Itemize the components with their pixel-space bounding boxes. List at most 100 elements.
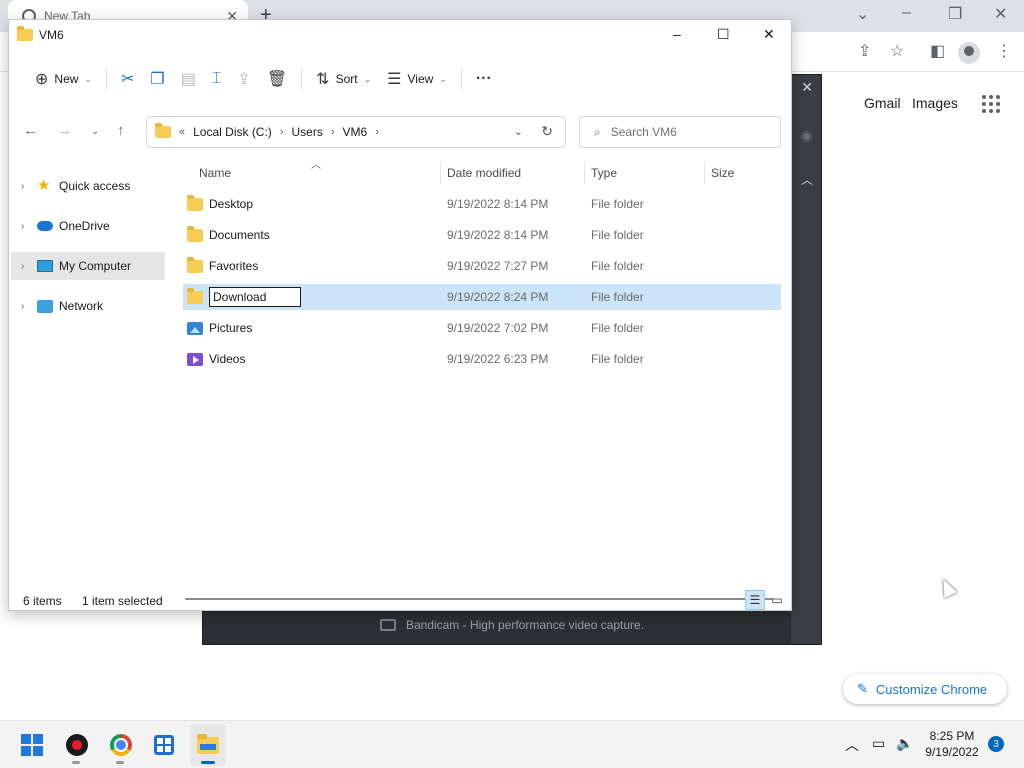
tab-search-chevron-icon[interactable]: ⌄ bbox=[856, 4, 869, 24]
address-dropdown-icon[interactable]: ⌄ bbox=[514, 125, 523, 138]
breadcrumb-chevron-icon[interactable]: › bbox=[331, 126, 335, 138]
back-arrow-icon[interactable]: ← bbox=[23, 122, 38, 139]
expand-chevron-icon[interactable]: › bbox=[21, 301, 31, 312]
volume-icon[interactable]: 🔈 bbox=[896, 735, 913, 752]
up-arrow-icon[interactable]: ↑ bbox=[117, 122, 125, 139]
windows-logo-icon bbox=[21, 734, 43, 756]
breadcrumb-users[interactable]: Users bbox=[291, 125, 322, 139]
file-explorer-icon bbox=[197, 733, 219, 754]
trash-icon: 🗑 bbox=[266, 71, 288, 88]
plus-circle-icon: ⊕ bbox=[35, 71, 49, 88]
status-bar: 6 items 1 item selected ☰ ▭ bbox=[9, 590, 791, 612]
search-box[interactable]: ⌕ Search VM6 bbox=[579, 116, 781, 148]
rename-input[interactable] bbox=[209, 287, 301, 307]
nav-item-my-computer[interactable]: › My Computer bbox=[11, 252, 165, 280]
more-icon: ··· bbox=[475, 70, 492, 87]
column-header-size[interactable]: Size bbox=[711, 158, 781, 188]
gmail-link[interactable]: Gmail bbox=[864, 95, 901, 111]
file-row[interactable]: Pictures 9/19/2022 7:02 PM File folder bbox=[183, 315, 781, 341]
taskbar-store[interactable] bbox=[151, 732, 177, 758]
close-icon[interactable]: ✕ bbox=[994, 4, 1007, 24]
taskbar-file-explorer[interactable] bbox=[195, 732, 221, 758]
file-row[interactable]: Videos 9/19/2022 6:23 PM File folder bbox=[183, 346, 781, 372]
address-bar[interactable]: « Local Disk (C:) › Users › VM6 › ⌄ ↻ bbox=[146, 116, 566, 148]
clock-date: 9/19/2022 bbox=[925, 745, 979, 759]
view-button[interactable]: ☰ View ⌄ bbox=[379, 64, 455, 94]
camera-icon[interactable]: ◉ bbox=[801, 127, 813, 144]
expand-chevron-icon[interactable]: › bbox=[21, 261, 31, 272]
running-indicator bbox=[72, 761, 80, 764]
breadcrumb-chevron-icon[interactable]: › bbox=[375, 126, 379, 138]
column-header-date[interactable]: Date modified bbox=[447, 158, 583, 188]
bandicam-status-text: Bandicam - High performance video captur… bbox=[405, 618, 645, 632]
images-link[interactable]: Images bbox=[912, 95, 958, 111]
bookmark-star-icon[interactable]: ☆ bbox=[890, 41, 904, 61]
folder-icon bbox=[17, 26, 33, 41]
file-row-selected[interactable]: 9/19/2022 8:24 PM File folder bbox=[183, 284, 781, 310]
paste-button[interactable]: ▤ bbox=[173, 64, 204, 94]
refresh-icon[interactable]: ↻ bbox=[541, 123, 553, 140]
start-button[interactable] bbox=[19, 732, 45, 758]
customize-chrome-button[interactable]: ✎ Customize Chrome bbox=[843, 674, 1007, 704]
side-panel-icon[interactable]: ◧ bbox=[930, 41, 945, 61]
folder-icon bbox=[187, 256, 203, 273]
column-header-name[interactable]: Name bbox=[199, 158, 439, 188]
bandicam-close-icon[interactable]: ✕ bbox=[801, 79, 813, 96]
expand-chevron-icon[interactable]: › bbox=[21, 181, 31, 192]
taskbar-chrome[interactable] bbox=[108, 732, 134, 758]
sort-button[interactable]: ⇅ Sort ⌄ bbox=[308, 64, 379, 94]
rename-button[interactable]: ⌶ bbox=[204, 64, 230, 94]
nav-item-network[interactable]: › Network bbox=[11, 292, 165, 320]
profile-avatar[interactable] bbox=[958, 42, 980, 64]
copy-button[interactable]: ❐ bbox=[142, 64, 172, 94]
active-indicator bbox=[201, 761, 215, 764]
scissors-icon: ✂ bbox=[120, 71, 135, 88]
file-row[interactable]: Favorites 9/19/2022 7:27 PM File folder bbox=[183, 253, 781, 279]
maximize-icon[interactable]: ☐ bbox=[717, 26, 730, 43]
column-divider[interactable] bbox=[440, 162, 441, 184]
command-bar: ⊕ New ⌄ ✂ ❐ ▤ ⌶ ⇪ 🗑 ⇅ Sort ⌄ ☰ View ⌄ ··… bbox=[9, 60, 791, 98]
minimize-icon[interactable]: – bbox=[902, 4, 911, 22]
nav-item-quick-access[interactable]: › ★ Quick access bbox=[11, 172, 165, 200]
share-icon[interactable]: ⇪ bbox=[858, 41, 871, 61]
nav-item-label: OneDrive bbox=[59, 219, 110, 233]
breadcrumb-local-disk[interactable]: Local Disk (C:) bbox=[193, 125, 272, 139]
breadcrumb-chevron-icon[interactable]: › bbox=[280, 126, 284, 138]
expand-chevron-icon[interactable]: › bbox=[21, 221, 31, 232]
close-icon[interactable]: ✕ bbox=[763, 26, 775, 43]
file-type: File folder bbox=[591, 259, 644, 273]
chrome-icon bbox=[110, 734, 132, 756]
bandicam-side-strip bbox=[791, 75, 821, 644]
item-count: 6 items bbox=[23, 594, 62, 608]
paste-icon: ▤ bbox=[180, 71, 196, 88]
show-hidden-icons-chevron-icon[interactable]: ︿ bbox=[845, 735, 859, 755]
file-row[interactable]: Documents 9/19/2022 8:14 PM File folder bbox=[183, 222, 781, 248]
restore-icon[interactable]: ❐ bbox=[948, 4, 962, 24]
nav-item-onedrive[interactable]: › OneDrive bbox=[11, 212, 165, 240]
cut-button[interactable]: ✂ bbox=[113, 64, 142, 94]
column-divider[interactable] bbox=[704, 162, 705, 184]
taskbar-bandicam[interactable] bbox=[64, 732, 90, 758]
chrome-menu-icon[interactable]: ⋮ bbox=[996, 41, 1012, 61]
details-view-icon[interactable]: ☰ bbox=[745, 590, 765, 610]
network-status-icon[interactable]: ▭ bbox=[872, 735, 885, 752]
google-apps-icon[interactable] bbox=[982, 95, 1000, 113]
breadcrumb-vm6[interactable]: VM6 bbox=[343, 125, 368, 139]
delete-button[interactable]: 🗑 bbox=[259, 64, 295, 94]
collapse-up-icon[interactable]: ︿ bbox=[801, 171, 813, 188]
forward-arrow-icon[interactable]: → bbox=[57, 122, 72, 139]
tiles-view-icon[interactable]: ▭ bbox=[767, 590, 787, 610]
minimize-icon[interactable]: – bbox=[673, 26, 681, 42]
file-date: 9/19/2022 7:02 PM bbox=[447, 321, 549, 335]
more-options-button[interactable]: ··· bbox=[468, 64, 500, 94]
column-divider[interactable] bbox=[584, 162, 585, 184]
notification-badge[interactable]: 3 bbox=[988, 736, 1004, 752]
window-title: VM6 bbox=[39, 28, 64, 42]
recent-chevron-icon[interactable]: ⌄ bbox=[91, 126, 99, 137]
column-header-type[interactable]: Type bbox=[591, 158, 703, 188]
file-row[interactable]: Desktop 9/19/2022 8:14 PM File folder bbox=[183, 191, 781, 217]
overflow-chevron-icon[interactable]: « bbox=[179, 126, 185, 138]
system-clock[interactable]: 8:25 PM 9/19/2022 bbox=[922, 728, 982, 760]
share-button[interactable]: ⇪ bbox=[229, 64, 258, 94]
new-button[interactable]: ⊕ New ⌄ bbox=[27, 64, 100, 94]
